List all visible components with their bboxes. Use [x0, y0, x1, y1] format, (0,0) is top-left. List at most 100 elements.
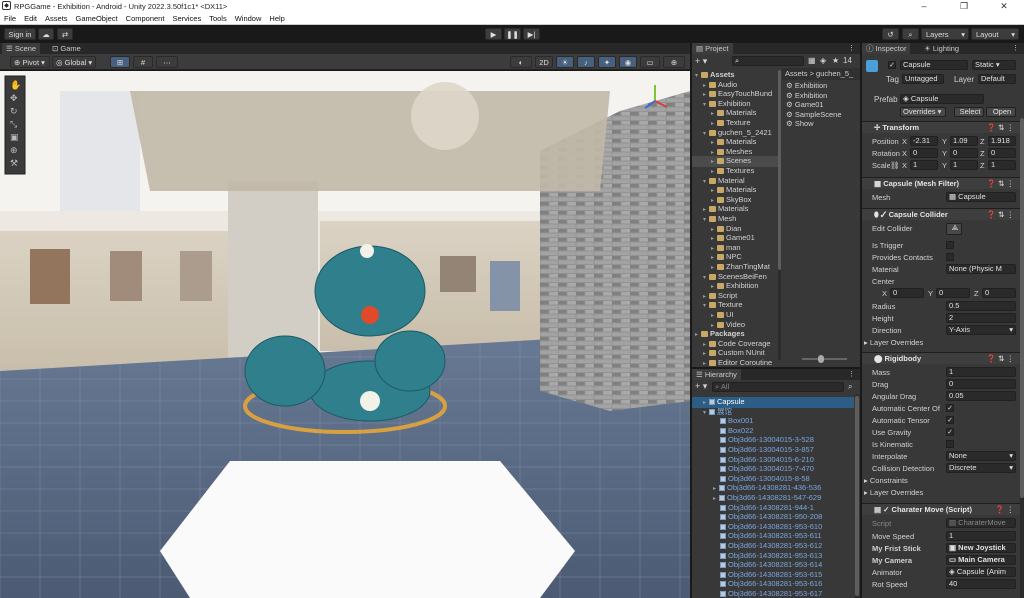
tab-inspector[interactable]: ⓘ Inspector [862, 43, 911, 54]
constraints-row[interactable]: ▸ Constraints [862, 475, 1020, 486]
camera-icon[interactable]: ▭ [640, 56, 660, 68]
overrides-dropdown[interactable]: Overrides ▾ [900, 107, 946, 117]
menu-tools[interactable]: Tools [205, 12, 231, 23]
auto-tensor-checkbox[interactable]: ✓ [946, 416, 954, 424]
hierarchy-item[interactable]: Obj3d66-13004015-7-470 [720, 464, 814, 473]
direction-dropdown[interactable]: Y-Axis ▾ [946, 325, 1016, 335]
tab-scene[interactable]: ☰ Scene [2, 43, 41, 54]
hierarchy-item[interactable]: Obj3d66-14308281-953-615 [720, 570, 822, 579]
mesh-field[interactable]: ▦ Capsule [946, 192, 1016, 202]
menu-services[interactable]: Services [168, 12, 205, 23]
rot-y-field[interactable]: 0 [950, 148, 978, 158]
drag-field[interactable]: 0 [946, 379, 1016, 389]
gizmos-icon[interactable]: ⊕ [663, 56, 685, 68]
collider-header[interactable]: ⬮ ✓ Capsule Collider ❓ ⇅ ⋮ [862, 208, 1020, 220]
lighting-icon[interactable]: ☀ [556, 56, 574, 68]
animator-field[interactable]: ◈ Capsule (Anim [946, 567, 1016, 577]
hierarchy-item[interactable]: Obj3d66-14308281-953-616 [720, 579, 822, 588]
project-tree-scrollbar[interactable] [778, 70, 781, 360]
tab-project[interactable]: ▤ Project [692, 43, 733, 54]
pivot-dropdown[interactable]: ⊕ Pivot ▾ [10, 56, 50, 68]
effects-icon[interactable]: ✦ [598, 56, 616, 68]
hierarchy-item[interactable]: Obj3d66-13004015-3-528 [720, 435, 814, 444]
hierarchy-item[interactable]: Box022 [720, 426, 753, 435]
more-icon[interactable]: ⋮ [848, 370, 855, 378]
center-y-field[interactable]: 0 [936, 288, 970, 298]
open-button[interactable]: Open [986, 107, 1016, 117]
stick-field[interactable]: ▣ New Joystick [946, 543, 1016, 553]
project-folder[interactable]: ▸ Editor Coroutine [703, 358, 772, 367]
search-icon[interactable]: ⌕ [902, 28, 919, 40]
play-button[interactable]: ▶ [485, 28, 502, 40]
close-icon[interactable]: ✕ [984, 0, 1024, 12]
tag-dropdown[interactable]: Untagged [902, 74, 944, 84]
provides-contacts-checkbox[interactable] [946, 253, 954, 261]
hierarchy-item[interactable]: Obj3d66-14308281-944-1 [720, 503, 814, 512]
more-icon[interactable]: ⋮ [1012, 44, 1019, 52]
edit-collider-button[interactable]: ⟁ [946, 223, 962, 235]
name-field[interactable]: Capsule [900, 60, 968, 70]
mode-2d-button[interactable]: 2D [535, 56, 553, 68]
hierarchy-search-input[interactable]: ⌕ All [712, 382, 844, 392]
is-kinematic-checkbox[interactable] [946, 440, 954, 448]
tab-hierarchy[interactable]: ☰ Hierarchy [692, 369, 741, 380]
scene-viewport[interactable]: ✋ ✥ ↻ ⤡ ▣ ⊕ ⚒ [0, 71, 690, 598]
pause-button[interactable]: ❚❚ [504, 28, 521, 40]
pos-z-field[interactable]: 1.918 [988, 136, 1016, 146]
collab-icon[interactable]: ⇄ [57, 28, 73, 40]
use-gravity-checkbox[interactable]: ✓ [946, 428, 954, 436]
add-icon[interactable]: + ▾ [695, 381, 707, 392]
collider-layer-overrides-row[interactable]: ▸ Layer Overrides [862, 337, 1020, 348]
height-field[interactable]: 2 [946, 313, 1016, 323]
radius-field[interactable]: 0.5 [946, 301, 1016, 311]
audio-icon[interactable]: ♪ [577, 56, 595, 68]
hierarchy-scrollbar[interactable] [855, 394, 859, 598]
step-button[interactable]: ▶| [523, 28, 540, 40]
prefab-field[interactable]: ◈ Capsule [900, 94, 984, 104]
material-field[interactable]: None (Physic M [946, 264, 1016, 274]
scene-file[interactable]: ⚙ Show [786, 119, 814, 128]
mesh-filter-header[interactable]: ▦ Capsule (Mesh Filter) ❓ ⇅ ⋮ [862, 177, 1020, 189]
hierarchy-item[interactable]: Box001 [720, 416, 753, 425]
tab-lighting[interactable]: ☀ Lighting [920, 43, 963, 54]
pos-x-field[interactable]: -2.31 [910, 136, 938, 146]
hierarchy-item[interactable]: Obj3d66-14308281-953-611 [720, 531, 822, 540]
hierarchy-item[interactable]: Obj3d66-14308281-953-610 [720, 522, 822, 531]
rot-speed-field[interactable]: 40 [946, 579, 1016, 589]
inspector-scrollbar[interactable] [1020, 118, 1024, 598]
layout-dropdown[interactable]: Layout ▾ [971, 28, 1019, 40]
scale-z-field[interactable]: 1 [988, 160, 1016, 170]
hierarchy-item[interactable]: Obj3d66-14308281-953-614 [720, 560, 822, 569]
center-x-field[interactable]: 0 [890, 288, 924, 298]
rigidbody-layer-overrides-row[interactable]: ▸ Layer Overrides [862, 487, 1020, 498]
sign-in-button[interactable]: Sign in [4, 28, 36, 40]
global-dropdown[interactable]: ◎ Global ▾ [52, 56, 96, 68]
rot-x-field[interactable]: 0 [910, 148, 938, 158]
scene-file[interactable]: ⚙ Game01 [786, 100, 824, 109]
angular-drag-field[interactable]: 0.05 [946, 391, 1016, 401]
history-icon[interactable]: ↺ [882, 28, 899, 40]
minimize-icon[interactable]: – [904, 0, 944, 12]
favorite-icon[interactable]: ★ [832, 56, 839, 65]
center-z-field[interactable]: 0 [982, 288, 1016, 298]
maximize-icon[interactable]: ❐ [944, 0, 984, 12]
scene-file[interactable]: ⚙ SampleScene [786, 110, 842, 119]
auto-center-checkbox[interactable]: ✓ [946, 404, 954, 412]
add-icon[interactable]: + ▾ [695, 56, 707, 67]
menu-edit[interactable]: Edit [20, 12, 41, 23]
zoom-slider[interactable] [802, 355, 847, 363]
rigidbody-header[interactable]: ⬤ Rigidbody ❓ ⇅ ⋮ [862, 352, 1020, 364]
scene-file[interactable]: ⚙ Exhibition [786, 81, 827, 90]
menu-component[interactable]: Component [122, 12, 169, 23]
transform-header[interactable]: ✢ Transform ❓ ⇅ ⋮ [862, 121, 1020, 133]
menu-window[interactable]: Window [231, 12, 266, 23]
hierarchy-item[interactable]: Obj3d66-14308281-950-208 [720, 512, 822, 521]
hierarchy-item[interactable]: Obj3d66-14308281-953-613 [720, 551, 822, 560]
scene-file[interactable]: ⚙ Exhibition [786, 91, 827, 100]
hierarchy-item[interactable]: Obj3d66-14308281-953-617 [720, 589, 822, 598]
collision-detection-dropdown[interactable]: Discrete ▾ [946, 463, 1016, 473]
grid-icon[interactable]: # [133, 56, 153, 68]
menu-file[interactable]: File [0, 12, 20, 23]
scale-y-field[interactable]: 1 [950, 160, 978, 170]
mass-field[interactable]: 1 [946, 367, 1016, 377]
